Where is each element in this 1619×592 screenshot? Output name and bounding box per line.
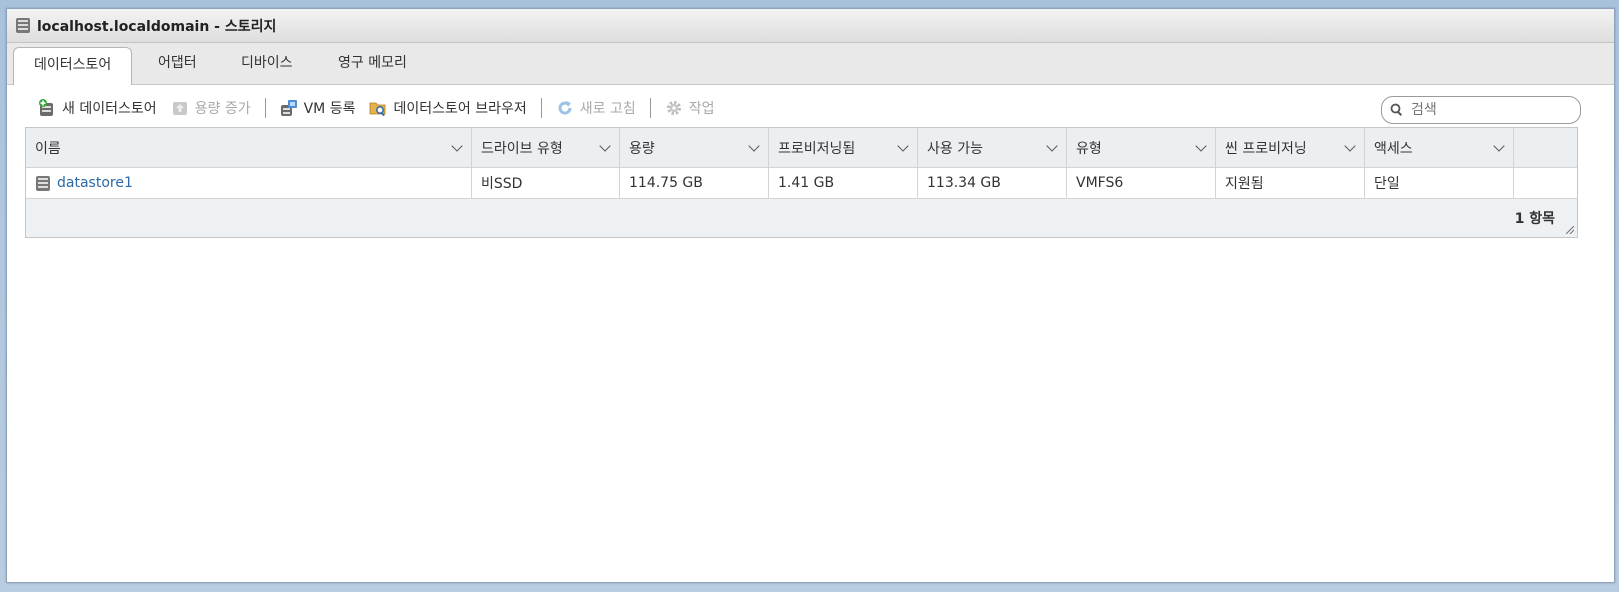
toolbar: 새 데이터스토어 용량 증가 VM 등록 데이터스토어 브라우저 새로 고침 작… [30,95,728,121]
increase-capacity-icon [172,102,187,115]
datastore-browser-label: 데이터스토어 브라우저 [393,101,527,117]
column-header-name[interactable]: 이름 [26,128,472,167]
storage-icon [16,18,30,33]
new-datastore-icon [39,99,53,116]
cell-provisioned: 1.41 GB [769,168,918,198]
refresh-button[interactable]: 새로 고침 [556,98,636,118]
column-header-label: 유형 [1076,140,1102,157]
datastore-browser-button[interactable]: 데이터스토어 브라우저 [369,98,527,118]
search-box[interactable] [1381,96,1581,124]
chevron-down-icon[interactable] [748,139,760,152]
datastores-table: 이름 드라이브 유형 용량 프로비저닝됨 사용 가능 유형 씬 프로비저닝 액세… [25,127,1578,238]
tab-datastores[interactable]: 데이터스토어 [13,47,133,85]
chevron-down-icon[interactable] [1493,139,1505,152]
column-header-thin-provisioning[interactable]: 씬 프로비저닝 [1216,128,1365,167]
cell-free: 113.34 GB [918,168,1067,198]
column-header-label: 드라이브 유형 [481,140,563,157]
window-title: localhost.localdomain - 스토리지 [37,18,277,35]
chevron-down-icon[interactable] [1046,139,1058,152]
datastore-icon [36,175,50,191]
column-header-label: 액세스 [1374,140,1413,157]
datastore-browser-icon [370,102,386,117]
column-header-capacity[interactable]: 용량 [620,128,769,167]
column-header-label: 사용 가능 [927,140,983,157]
search-input[interactable] [1409,101,1573,119]
register-vm-icon [280,100,297,116]
cell-drive-type: 비SSD [472,168,620,198]
column-header-provisioned[interactable]: 프로비저닝됨 [769,128,918,167]
column-header-label: 프로비저닝됨 [778,140,856,157]
header-filler [1514,128,1531,167]
cell-type: VMFS6 [1067,168,1216,198]
chevron-down-icon[interactable] [1344,139,1356,152]
register-vm-button[interactable]: VM 등록 [280,98,356,118]
item-count: 1 항목 [1514,211,1555,227]
resize-handle-icon[interactable] [1566,226,1574,234]
cell-capacity: 114.75 GB [620,168,769,198]
new-datastore-button[interactable]: 새 데이터스토어 [38,98,157,118]
tab-devices[interactable]: 디바이스 [221,47,313,80]
table-row[interactable]: datastore1 비SSD 114.75 GB 1.41 GB 113.34… [26,168,1577,199]
tab-persistent-memory[interactable]: 영구 메모리 [318,47,427,80]
increase-capacity-label: 용량 증가 [194,101,251,117]
column-header-label: 용량 [629,140,655,157]
gear-icon [666,101,681,115]
toolbar-separator [649,98,651,118]
new-datastore-label: 새 데이터스토어 [62,101,157,117]
search-icon [1390,103,1403,116]
datastore-link[interactable]: datastore1 [57,175,133,191]
row-filler [1514,168,1531,198]
column-header-label: 씬 프로비저닝 [1225,140,1307,157]
actions-button[interactable]: 작업 [665,98,715,118]
column-header-access[interactable]: 액세스 [1365,128,1514,167]
refresh-icon [558,101,572,115]
chevron-down-icon[interactable] [599,139,611,152]
table-footer: 1 항목 [26,199,1577,237]
increase-capacity-button[interactable]: 용량 증가 [171,98,251,118]
chevron-down-icon[interactable] [897,139,909,152]
toolbar-separator [264,98,266,118]
table-header: 이름 드라이브 유형 용량 프로비저닝됨 사용 가능 유형 씬 프로비저닝 액세… [26,128,1577,168]
actions-label: 작업 [688,101,715,117]
chevron-down-icon[interactable] [451,139,463,152]
cell-thin-provisioning: 지원됨 [1216,168,1365,198]
column-header-label: 이름 [35,140,61,157]
toolbar-separator [540,98,542,118]
tab-adapters[interactable]: 어댑터 [138,47,217,80]
cell-name: datastore1 [26,168,472,198]
column-header-free[interactable]: 사용 가능 [918,128,1067,167]
register-vm-label: VM 등록 [303,101,356,117]
cell-access: 단일 [1365,168,1514,198]
refresh-label: 새로 고침 [579,101,636,117]
column-header-type[interactable]: 유형 [1067,128,1216,167]
chevron-down-icon[interactable] [1195,139,1207,152]
tab-bar: 데이터스토어 어댑터 디바이스 영구 메모리 [7,43,1614,85]
column-header-drive-type[interactable]: 드라이브 유형 [472,128,620,167]
window-titlebar: localhost.localdomain - 스토리지 [7,9,1614,43]
